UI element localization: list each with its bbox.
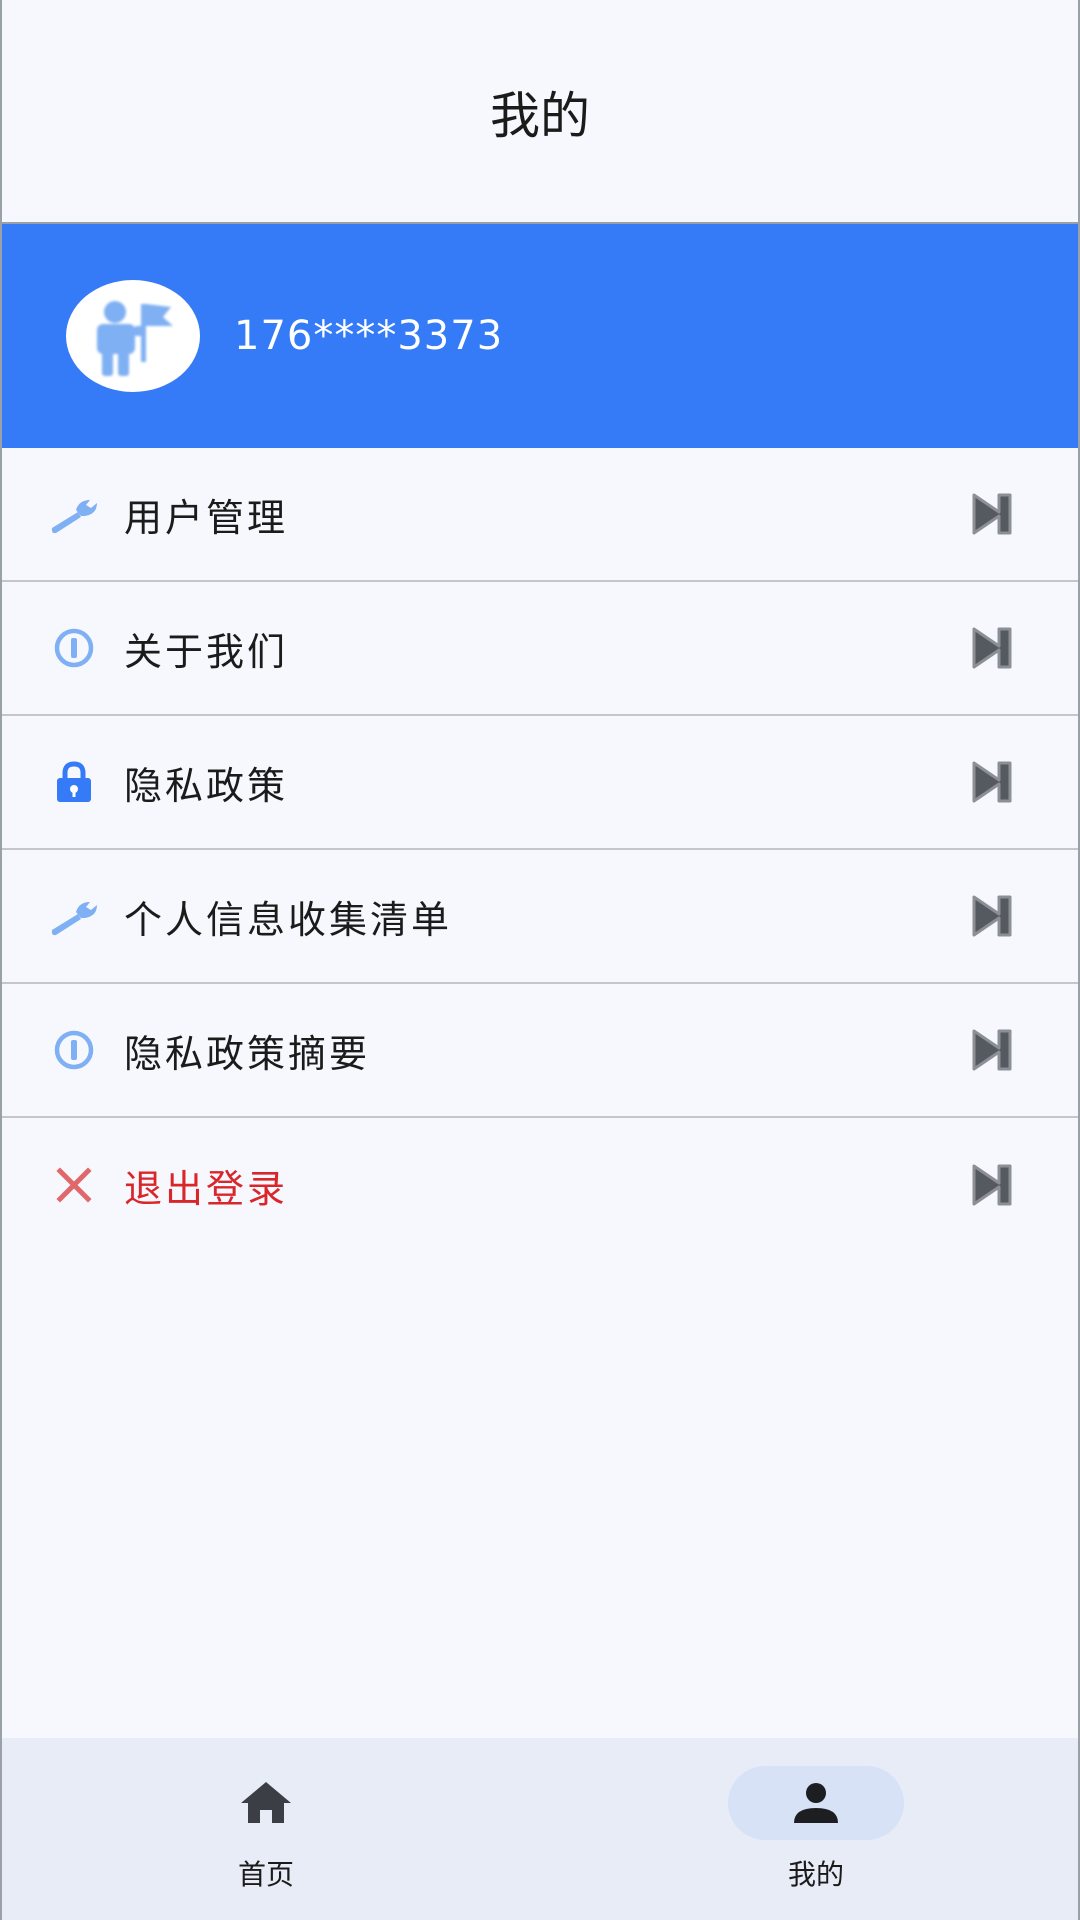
nav-label-mine: 我的	[787, 1858, 844, 1891]
nav-label-home: 首页	[237, 1858, 294, 1891]
nav-pill	[178, 1766, 354, 1840]
info-icon	[46, 620, 102, 676]
skip-next-icon	[972, 1164, 1012, 1206]
title-bar: 我的	[2, 0, 1078, 224]
menu-item-user-management[interactable]: 用户管理	[2, 448, 1078, 582]
skip-next-icon	[972, 493, 1012, 535]
page-title: 我的	[490, 87, 590, 145]
avatar[interactable]	[66, 280, 200, 392]
wrench-icon	[46, 888, 102, 944]
menu-item-label: 用户管理	[124, 495, 289, 540]
profile-banner[interactable]: 176****3373	[2, 224, 1078, 448]
bottom-nav: 首页 我的	[2, 1738, 1078, 1920]
close-icon	[46, 1157, 102, 1213]
skip-next-icon	[972, 1029, 1012, 1071]
menu-item-label: 个人信息收集清单	[124, 897, 453, 942]
nav-tab-home[interactable]: 首页	[116, 1738, 416, 1920]
skip-next-icon	[972, 895, 1012, 937]
user-phone: 176****3373	[234, 313, 504, 359]
menu-item-label: 隐私政策	[124, 763, 289, 808]
skip-next-icon	[972, 627, 1012, 669]
menu-item-label: 隐私政策摘要	[124, 1031, 371, 1076]
info-icon	[46, 1022, 102, 1078]
person-icon	[794, 1783, 838, 1823]
menu-item-privacy-policy[interactable]: 隐私政策	[2, 716, 1078, 850]
wrench-icon	[46, 486, 102, 542]
user-flag-icon	[97, 301, 173, 376]
menu-item-label: 关于我们	[124, 629, 289, 674]
menu-item-logout[interactable]: 退出登录	[2, 1118, 1078, 1252]
home-icon	[241, 1782, 291, 1823]
menu-item-personal-info-list[interactable]: 个人信息收集清单	[2, 850, 1078, 984]
menu-list: 用户管理 关于我们 隐私政策 个人信息收集清单 隐私政策摘要 退出登录	[2, 448, 1078, 1252]
app-root: 我的 176****3373 用户管理 关于我们 隐私政策 个人信息收集清单 隐…	[0, 0, 1080, 1920]
menu-item-privacy-summary[interactable]: 隐私政策摘要	[2, 984, 1078, 1118]
menu-item-about-us[interactable]: 关于我们	[2, 582, 1078, 716]
nav-pill-active	[728, 1766, 904, 1840]
skip-next-icon	[972, 761, 1012, 803]
nav-tab-mine[interactable]: 我的	[666, 1738, 966, 1920]
menu-item-label: 退出登录	[124, 1166, 289, 1211]
lock-icon	[46, 754, 102, 810]
